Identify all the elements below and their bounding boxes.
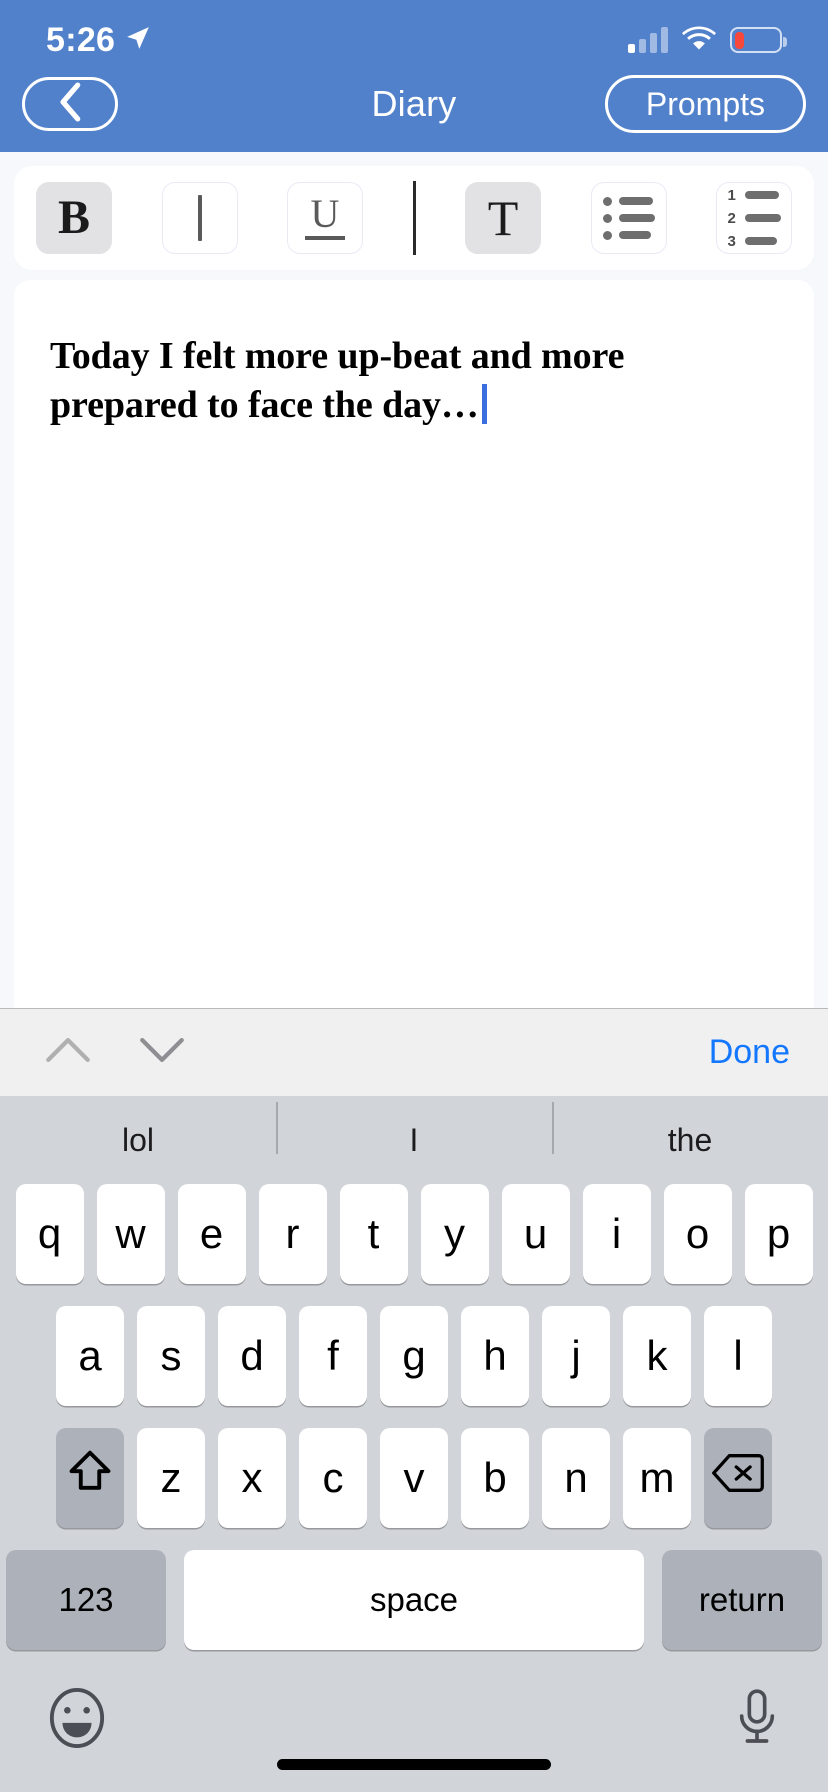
dictation-key[interactable] [734,1687,780,1754]
key-u[interactable]: u [501,1184,570,1284]
chevron-up-icon [45,1035,91,1070]
key-m[interactable]: m [623,1428,691,1528]
underline-letter: U [310,191,340,237]
text-caret [481,383,487,424]
key-o[interactable]: o [663,1184,732,1284]
key-v[interactable]: v [380,1428,448,1528]
numbered-list-icon: 1 2 3 [728,188,781,249]
numbered-list-button[interactable]: 1 2 3 [716,182,792,254]
prediction-3[interactable]: the [552,1102,828,1156]
delete-key[interactable] [704,1428,772,1528]
bold-icon: B [57,191,90,244]
toolbar-divider [412,181,416,255]
key-s[interactable]: s [137,1306,205,1406]
bullet-list-icon [602,196,655,240]
bulleted-list-button[interactable] [590,182,667,254]
formatting-toolbar: B U T 1 2 3 [14,166,814,270]
key-b[interactable]: b [461,1428,529,1528]
nav-row: Diary Prompts [0,66,828,152]
key-r[interactable]: r [258,1184,327,1284]
cellular-signal-icon [628,27,668,53]
text-style-button[interactable]: T [465,182,541,254]
predictive-text-bar: lol I the [0,1096,828,1184]
keyboard-bottom-row [0,1668,828,1792]
keyboard-accessory-bar: Done [0,1008,828,1096]
diary-text-editor[interactable]: Today I felt more up-beat and more prepa… [14,280,814,1008]
key-c[interactable]: c [299,1428,367,1528]
wifi-icon [682,25,716,56]
status-bar: 5:26 [0,0,828,66]
location-arrow-icon [125,25,151,56]
key-e[interactable]: e [177,1184,246,1284]
key-y[interactable]: y [420,1184,489,1284]
key-z[interactable]: z [137,1428,205,1528]
status-time: 5:26 [46,20,116,59]
status-bar-left: 5:26 [46,21,151,60]
key-w[interactable]: w [96,1184,165,1284]
on-screen-keyboard: lol I the qwertyuiop asdfghjkl zxcvbnm 1… [0,1096,828,1792]
shift-key[interactable] [56,1428,124,1528]
delete-icon [712,1453,764,1503]
prompts-button-label: Prompts [645,85,765,122]
shift-icon [67,1449,113,1507]
key-a[interactable]: a [56,1306,124,1406]
underline-icon: U [305,191,345,240]
content-area: B U T 1 2 3 Today I felt more up-beat an… [0,152,828,1008]
keyboard-row-2: asdfghjkl [0,1306,828,1406]
bold-button[interactable]: B [36,182,112,254]
list-number-3: 3 [727,232,736,250]
emoji-key[interactable] [48,1687,106,1754]
key-f[interactable]: f [299,1306,367,1406]
keyboard-row-1: qwertyuiop [0,1184,828,1284]
key-k[interactable]: k [623,1306,691,1406]
chevron-down-icon [139,1035,185,1070]
previous-field-button[interactable] [38,1023,98,1083]
prediction-1[interactable]: lol [0,1124,276,1156]
list-number-2: 2 [727,209,736,227]
key-g[interactable]: g [380,1306,448,1406]
editor-text-value: Today I felt more up-beat and more prepa… [50,335,625,426]
done-button[interactable]: Done [709,1033,790,1072]
chevron-left-icon [57,81,83,127]
list-number-1: 1 [727,186,736,204]
key-i[interactable]: i [582,1184,651,1284]
text-style-icon: T [487,190,519,246]
keyboard-row-4: 123 space return [0,1550,828,1650]
back-button[interactable] [22,77,118,131]
key-j[interactable]: j [542,1306,610,1406]
key-x[interactable]: x [218,1428,286,1528]
prediction-2[interactable]: I [276,1102,552,1156]
home-indicator [277,1759,551,1770]
status-bar-right [628,25,787,56]
key-q[interactable]: q [15,1184,84,1284]
prompts-button[interactable]: Prompts [604,75,806,133]
key-l[interactable]: l [704,1306,772,1406]
keyboard-letter-keys-3: zxcvbnm [137,1428,691,1528]
italic-icon [197,195,202,241]
underline-button[interactable]: U [287,182,363,254]
battery-low-icon [730,27,787,53]
key-p[interactable]: p [744,1184,813,1284]
diary-screen: 5:26 Diary Prompts B U T 1 2 3 Today I f… [0,0,828,1792]
return-key[interactable]: return [662,1550,822,1650]
numbers-key[interactable]: 123 [6,1550,166,1650]
key-d[interactable]: d [218,1306,286,1406]
key-t[interactable]: t [339,1184,408,1284]
microphone-icon [734,1687,780,1754]
next-field-button[interactable] [132,1023,192,1083]
emoji-icon [48,1687,106,1754]
italic-button[interactable] [161,182,238,254]
key-h[interactable]: h [461,1306,529,1406]
navigation-bar: 5:26 Diary Prompts [0,0,828,152]
key-n[interactable]: n [542,1428,610,1528]
space-key[interactable]: space [184,1550,644,1650]
editor-content: Today I felt more up-beat and more prepa… [50,332,778,429]
keyboard-row-3: zxcvbnm [0,1428,828,1528]
